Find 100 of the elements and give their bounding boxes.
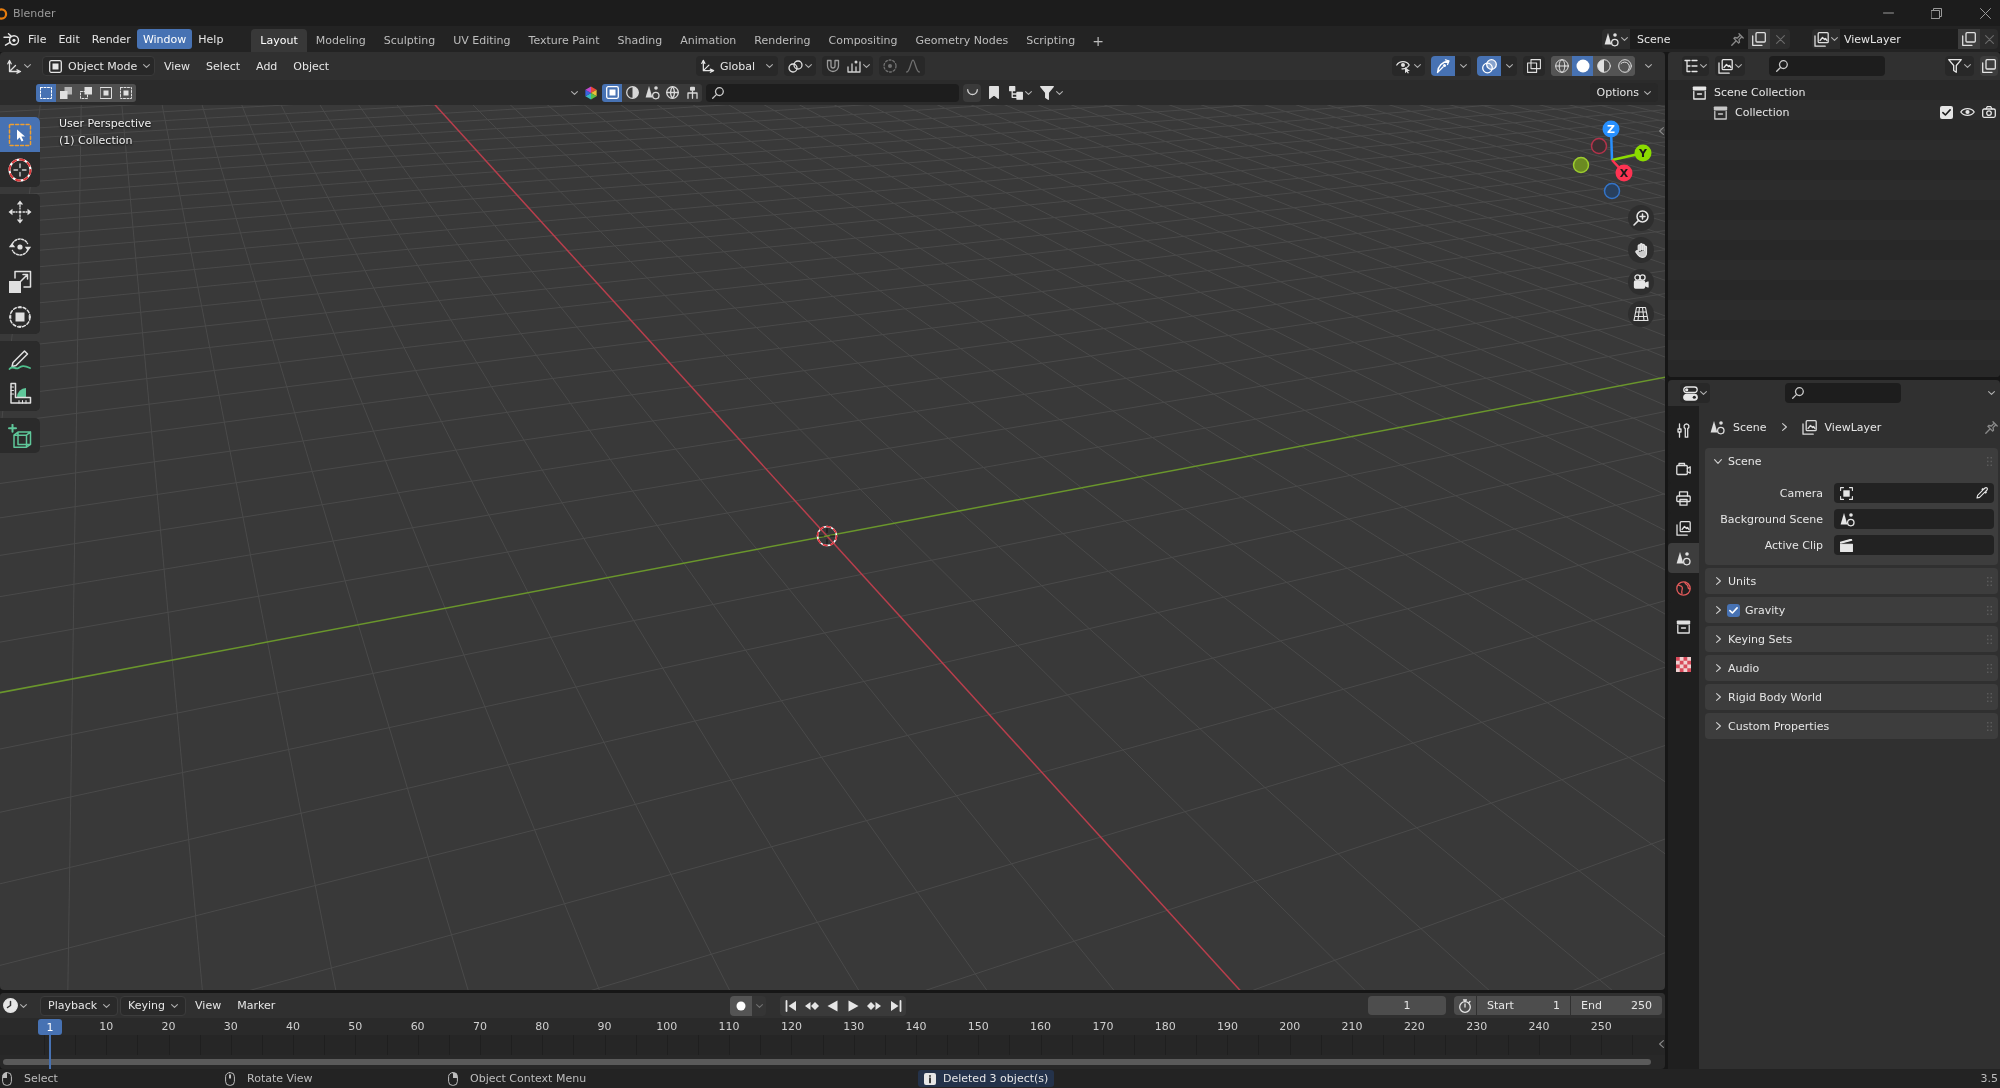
object-field[interactable] (1834, 535, 1994, 555)
panel-title[interactable]: Audio (1728, 662, 1760, 674)
checkbox[interactable] (1727, 603, 1740, 617)
xray-toggle[interactable] (1523, 56, 1545, 76)
workspace-tab[interactable]: Texture Paint (519, 29, 609, 52)
search-field[interactable] (706, 83, 959, 102)
select-mode-button[interactable] (116, 83, 136, 102)
breadcrumb-item[interactable]: ViewLayer (1824, 421, 1882, 433)
menu-item[interactable]: Marker (230, 995, 283, 1016)
select-mode-button[interactable] (36, 83, 56, 102)
menu-item[interactable]: Edit (52, 29, 86, 49)
camera-view-button[interactable] (1628, 269, 1654, 295)
options-dropdown[interactable]: Options (1589, 83, 1658, 102)
workspace-tab[interactable]: Compositing (819, 29, 907, 52)
funnel-dropdown[interactable] (1038, 83, 1065, 102)
workspace-tab[interactable]: Rendering (745, 29, 820, 52)
negative-axis-handle[interactable] (1603, 182, 1621, 200)
workspace-tab[interactable]: Shading (608, 29, 672, 52)
end-frame-field[interactable]: End 250 (1571, 996, 1662, 1015)
current-frame-field[interactable]: 1 (1368, 996, 1446, 1015)
panel-title[interactable]: Rigid Body World (1728, 691, 1822, 703)
view-layer-type-button[interactable] (1812, 29, 1840, 49)
navigation-gizmo[interactable]: Z Y X (1571, 119, 1653, 201)
overlay-dropdown[interactable] (1501, 56, 1517, 76)
outliner-item[interactable]: Collection (1735, 106, 1790, 118)
new-view-layer-button[interactable] (1958, 29, 1980, 49)
sidebar-toggle[interactable] (1657, 1038, 1665, 1050)
workspace-tab[interactable]: Layout (251, 29, 307, 52)
current-frame-indicator[interactable]: 1 (38, 1019, 62, 1035)
workspace-tab[interactable]: Animation (671, 29, 746, 52)
filter-dropdown[interactable] (1945, 56, 1974, 76)
panel-title[interactable]: Keying Sets (1728, 633, 1793, 645)
menu-item[interactable]: View (157, 56, 198, 76)
select-mode-button[interactable] (56, 83, 76, 102)
breadcrumb-item[interactable]: Scene (1733, 421, 1767, 433)
preview-range-toggle[interactable] (1454, 996, 1476, 1015)
object-filter-toggle[interactable] (682, 83, 702, 102)
editor-type-button[interactable] (1682, 56, 1709, 76)
add-workspace-button[interactable]: + (1084, 29, 1112, 52)
workspace-tab[interactable]: Sculpting (374, 29, 445, 52)
negative-axis-handle[interactable] (1590, 137, 1608, 155)
new-collection-button[interactable] (1980, 56, 1998, 76)
axis-handle[interactable] (1634, 144, 1652, 162)
object-field[interactable] (1834, 509, 1994, 529)
axis-handle[interactable] (1602, 120, 1620, 138)
object-field[interactable] (1834, 483, 1994, 503)
search-field[interactable] (1769, 56, 1885, 76)
workspace-tab[interactable]: UV Editing (444, 29, 520, 52)
scrollbar[interactable] (3, 1059, 1651, 1065)
menu-item[interactable]: Object (286, 56, 337, 76)
scene-type-button[interactable] (1602, 29, 1630, 49)
view-layer-name-field[interactable]: ViewLayer (1840, 29, 1958, 49)
mode-dropdown[interactable]: Object Mode (42, 56, 155, 76)
outliner-item[interactable]: Scene Collection (1714, 86, 1806, 98)
visibility-dropdown[interactable] (1392, 56, 1425, 76)
pan-button[interactable] (1628, 237, 1654, 263)
workspace-tab[interactable]: Scripting (1017, 29, 1085, 52)
menu-item[interactable]: Add (249, 56, 285, 76)
search-field[interactable] (1785, 383, 1901, 403)
editor-type-button[interactable] (1680, 383, 1710, 403)
panel-title[interactable]: Scene (1728, 455, 1762, 467)
panel-title[interactable]: Gravity (1745, 604, 1786, 616)
object-filter-toggle[interactable] (622, 83, 642, 102)
close-icon (1979, 7, 1991, 19)
sort-toggle[interactable] (963, 83, 981, 102)
gizmo-dropdown[interactable] (1455, 56, 1471, 76)
panel-title[interactable]: Units (1728, 575, 1757, 587)
sidebar-toggle[interactable] (1657, 125, 1665, 137)
workspace-tab[interactable]: Geometry Nodes (906, 29, 1018, 52)
menu-item[interactable]: Window (136, 29, 193, 49)
workspace-tab[interactable]: Modeling (306, 29, 375, 52)
display-mode-dropdown[interactable] (1715, 56, 1745, 76)
axis-handle[interactable] (1615, 164, 1633, 182)
negative-axis-handle[interactable] (1572, 156, 1590, 174)
scene-name-field[interactable]: Scene (1630, 29, 1748, 49)
menu-item[interactable]: Help (192, 29, 230, 49)
start-frame-field[interactable]: Start 1 (1477, 996, 1570, 1015)
checkbox[interactable] (1940, 105, 1953, 119)
hierarchy-dropdown[interactable] (1007, 83, 1034, 102)
gizmo-toggle[interactable] (1431, 56, 1455, 76)
menu-dropdown[interactable]: Playback (40, 995, 119, 1016)
menu-item[interactable]: Select (199, 56, 248, 76)
menu-dropdown[interactable]: Keying (120, 995, 187, 1016)
tool-button[interactable] (0, 117, 40, 152)
auto-keying-toggle[interactable] (730, 995, 752, 1016)
menu-item[interactable]: View (188, 995, 229, 1016)
panel-title[interactable]: Custom Properties (1728, 720, 1830, 732)
menu-item[interactable]: File (22, 29, 53, 49)
object-filter-toggle[interactable] (602, 83, 622, 102)
zoom-button[interactable] (1628, 205, 1654, 231)
shading-mode-button[interactable] (1572, 56, 1593, 76)
perspective-toggle[interactable] (1628, 301, 1654, 327)
shading-mode-button[interactable] (1551, 56, 1572, 76)
menu-item[interactable]: Render (85, 29, 137, 49)
properties-tab[interactable] (1668, 543, 1699, 573)
orientation-dropdown[interactable]: Global (696, 56, 778, 76)
pivot-dropdown[interactable] (784, 56, 816, 76)
overlay-toggle[interactable] (1477, 56, 1501, 76)
new-scene-button[interactable] (1748, 29, 1770, 49)
editor-type-button[interactable] (2, 995, 28, 1016)
